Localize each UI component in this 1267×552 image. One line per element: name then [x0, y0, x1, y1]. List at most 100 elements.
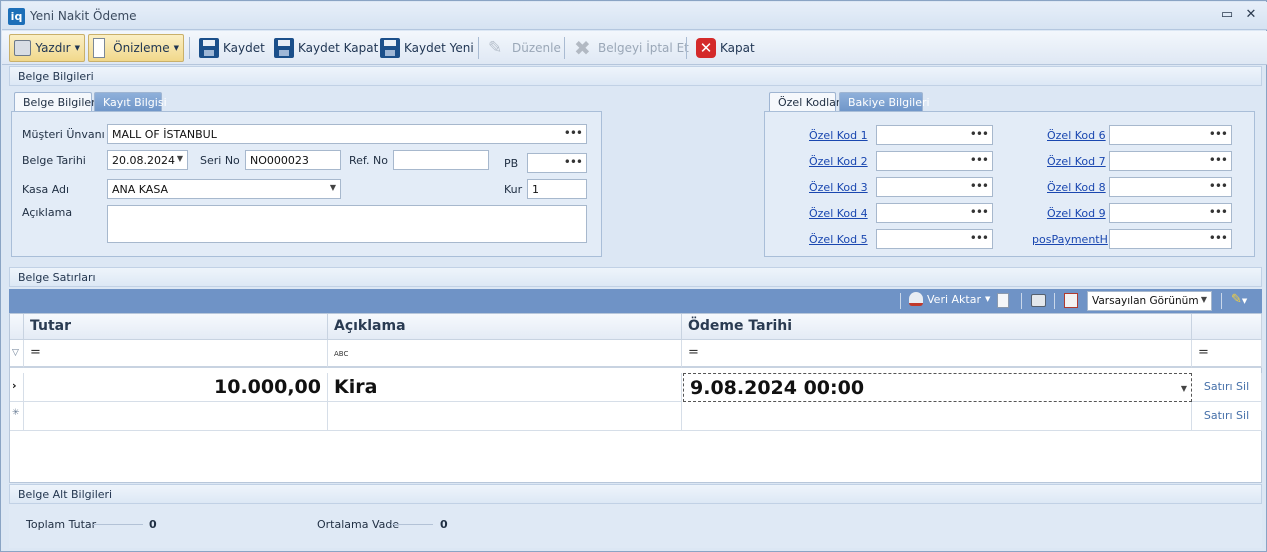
ellipsis-icon[interactable]: ••• [564, 126, 583, 140]
toolbar-separator [1221, 293, 1222, 309]
preview-button[interactable]: Önizleme ▼ [88, 34, 184, 62]
ref-field[interactable] [393, 150, 489, 170]
special-code-5-field[interactable]: ••• [876, 229, 993, 249]
special-code-3-link[interactable]: Özel Kod 3 [809, 181, 868, 194]
print-button[interactable]: Yazdır ▼ [9, 34, 85, 62]
filter-icon[interactable]: ▽ [10, 340, 24, 368]
database-export-icon [909, 292, 923, 306]
preview-icon [93, 38, 106, 58]
average-term-label: Ortalama Vade [317, 518, 400, 531]
save-close-button[interactable]: Kaydet Kapat [270, 34, 382, 62]
special-code-7-field[interactable]: ••• [1109, 151, 1232, 171]
save-new-button[interactable]: Kaydet Yeni [376, 34, 478, 62]
special-code-8-field[interactable]: ••• [1109, 177, 1232, 197]
ellipsis-icon[interactable]: ••• [1209, 205, 1228, 219]
close-icon: ✕ [696, 38, 716, 58]
special-code-8-link[interactable]: Özel Kod 8 [1047, 181, 1106, 194]
row-1-amount[interactable]: 10.000,00 [24, 373, 328, 402]
pos-payment-link[interactable]: posPaymentH [1032, 233, 1108, 246]
ellipsis-icon[interactable]: ••• [970, 231, 989, 245]
filter-amount[interactable]: = [24, 340, 328, 368]
ellipsis-icon[interactable]: ••• [1209, 179, 1228, 193]
save-button[interactable]: Kaydet [195, 34, 269, 62]
tab-special-codes[interactable]: Özel Kodlar [769, 92, 840, 112]
row-2-amount[interactable] [24, 402, 328, 431]
row-1-description[interactable]: Kira [328, 373, 682, 402]
export-button[interactable]: Veri Aktar ▼ [909, 292, 990, 306]
dropdown-arrow-icon: ▼ [173, 44, 179, 52]
row-2-payment-date[interactable] [682, 402, 1192, 431]
currency-field[interactable]: ••• [527, 153, 587, 173]
toolbar-separator [686, 37, 687, 59]
ellipsis-icon[interactable]: ••• [1209, 231, 1228, 245]
row-1-delete-button[interactable]: Satırı Sil [1192, 373, 1262, 402]
column-header-amount[interactable]: Tutar [24, 314, 328, 340]
special-code-1-link[interactable]: Özel Kod 1 [809, 129, 868, 142]
title-bar: iq Yeni Nakit Ödeme ▭ ✕ [2, 2, 1267, 30]
special-code-1-field[interactable]: ••• [876, 125, 993, 145]
row-2-delete-button[interactable]: Satırı Sil [1192, 402, 1262, 431]
ellipsis-icon[interactable]: ••• [970, 153, 989, 167]
filter-action[interactable]: = [1192, 340, 1262, 368]
special-code-4-field[interactable]: ••• [876, 203, 993, 223]
column-header-description[interactable]: Açıklama [328, 314, 682, 340]
description-field[interactable] [107, 205, 587, 243]
cross-icon: ✖ [574, 36, 591, 60]
window: iq Yeni Nakit Ödeme ▭ ✕ Yazdır ▼ Önizleme… [0, 0, 1267, 552]
ellipsis-icon[interactable]: ••• [1209, 127, 1228, 141]
pos-payment-field[interactable]: ••• [1109, 229, 1232, 249]
printer-icon[interactable] [1031, 294, 1046, 307]
column-chooser-icon[interactable] [1064, 293, 1078, 308]
special-code-2-field[interactable]: ••• [876, 151, 993, 171]
special-code-7-link[interactable]: Özel Kod 7 [1047, 155, 1106, 168]
close-label: Kapat [720, 41, 755, 55]
chevron-down-icon[interactable]: ▼ [1181, 384, 1187, 393]
filter-description[interactable]: ABC [328, 340, 682, 368]
row-2-description[interactable] [328, 402, 682, 431]
rate-label: Kur [504, 183, 523, 196]
special-code-5-link[interactable]: Özel Kod 5 [809, 233, 868, 246]
highlighter-icon[interactable]: ✎▼ [1231, 292, 1247, 307]
special-code-6-link[interactable]: Özel Kod 6 [1047, 129, 1106, 142]
cancel-document-button[interactable]: ✖ Belgeyi İptal Et [570, 34, 693, 62]
ellipsis-icon[interactable]: ••• [564, 155, 583, 169]
view-select[interactable]: Varsayılan Görünüm ▼ [1087, 291, 1212, 311]
edit-button[interactable]: ✎ Düzenle [484, 34, 565, 62]
preview-icon[interactable] [997, 293, 1009, 308]
special-code-9-link[interactable]: Özel Kod 9 [1047, 207, 1106, 220]
special-code-2-link[interactable]: Özel Kod 2 [809, 155, 868, 168]
currency-label: PB [504, 157, 519, 170]
app-logo: iq [8, 8, 25, 25]
toolbar-separator [564, 37, 565, 59]
close-window-button[interactable]: ✕ [1243, 7, 1259, 23]
chevron-down-icon[interactable]: ▼ [330, 183, 336, 192]
ellipsis-icon[interactable]: ••• [1209, 153, 1228, 167]
column-header-payment-date[interactable]: Ödeme Tarihi [682, 314, 1192, 340]
customer-field[interactable]: MALL OF İSTANBUL ••• [107, 124, 587, 144]
ellipsis-icon[interactable]: ••• [970, 179, 989, 193]
tab-document-info[interactable]: Belge Bilgileri [14, 92, 99, 112]
chevron-down-icon[interactable]: ▼ [177, 154, 183, 163]
special-code-4-link[interactable]: Özel Kod 4 [809, 207, 868, 220]
close-button[interactable]: ✕ Kapat [692, 34, 759, 62]
cash-field[interactable]: ANA KASA ▼ [107, 179, 341, 199]
row-indicator-icon: › [10, 373, 24, 402]
maximize-button[interactable]: ▭ [1219, 7, 1235, 23]
serial-field[interactable]: NO000023 [245, 150, 341, 170]
special-code-9-field[interactable]: ••• [1109, 203, 1232, 223]
ellipsis-icon[interactable]: ••• [970, 127, 989, 141]
tab-balance-info[interactable]: Bakiye Bilgileri [839, 92, 930, 112]
filter-payment-date[interactable]: = [682, 340, 1192, 368]
footer-panel [9, 504, 1262, 548]
rate-field[interactable]: 1 [527, 179, 587, 199]
date-field[interactable]: 20.08.2024 ▼ [107, 150, 188, 170]
special-code-3-field[interactable]: ••• [876, 177, 993, 197]
customer-label: Müşteri Ünvanı [22, 128, 105, 141]
total-amount-value: 0 [149, 518, 157, 531]
save-label: Kaydet [223, 41, 265, 55]
tab-record-info[interactable]: Kayıt Bilgisi [94, 92, 167, 112]
special-code-6-field[interactable]: ••• [1109, 125, 1232, 145]
row-1-payment-date[interactable]: 9.08.2024 00:00 ▼ [683, 373, 1192, 402]
chevron-down-icon[interactable]: ▼ [1201, 295, 1207, 304]
ellipsis-icon[interactable]: ••• [970, 205, 989, 219]
